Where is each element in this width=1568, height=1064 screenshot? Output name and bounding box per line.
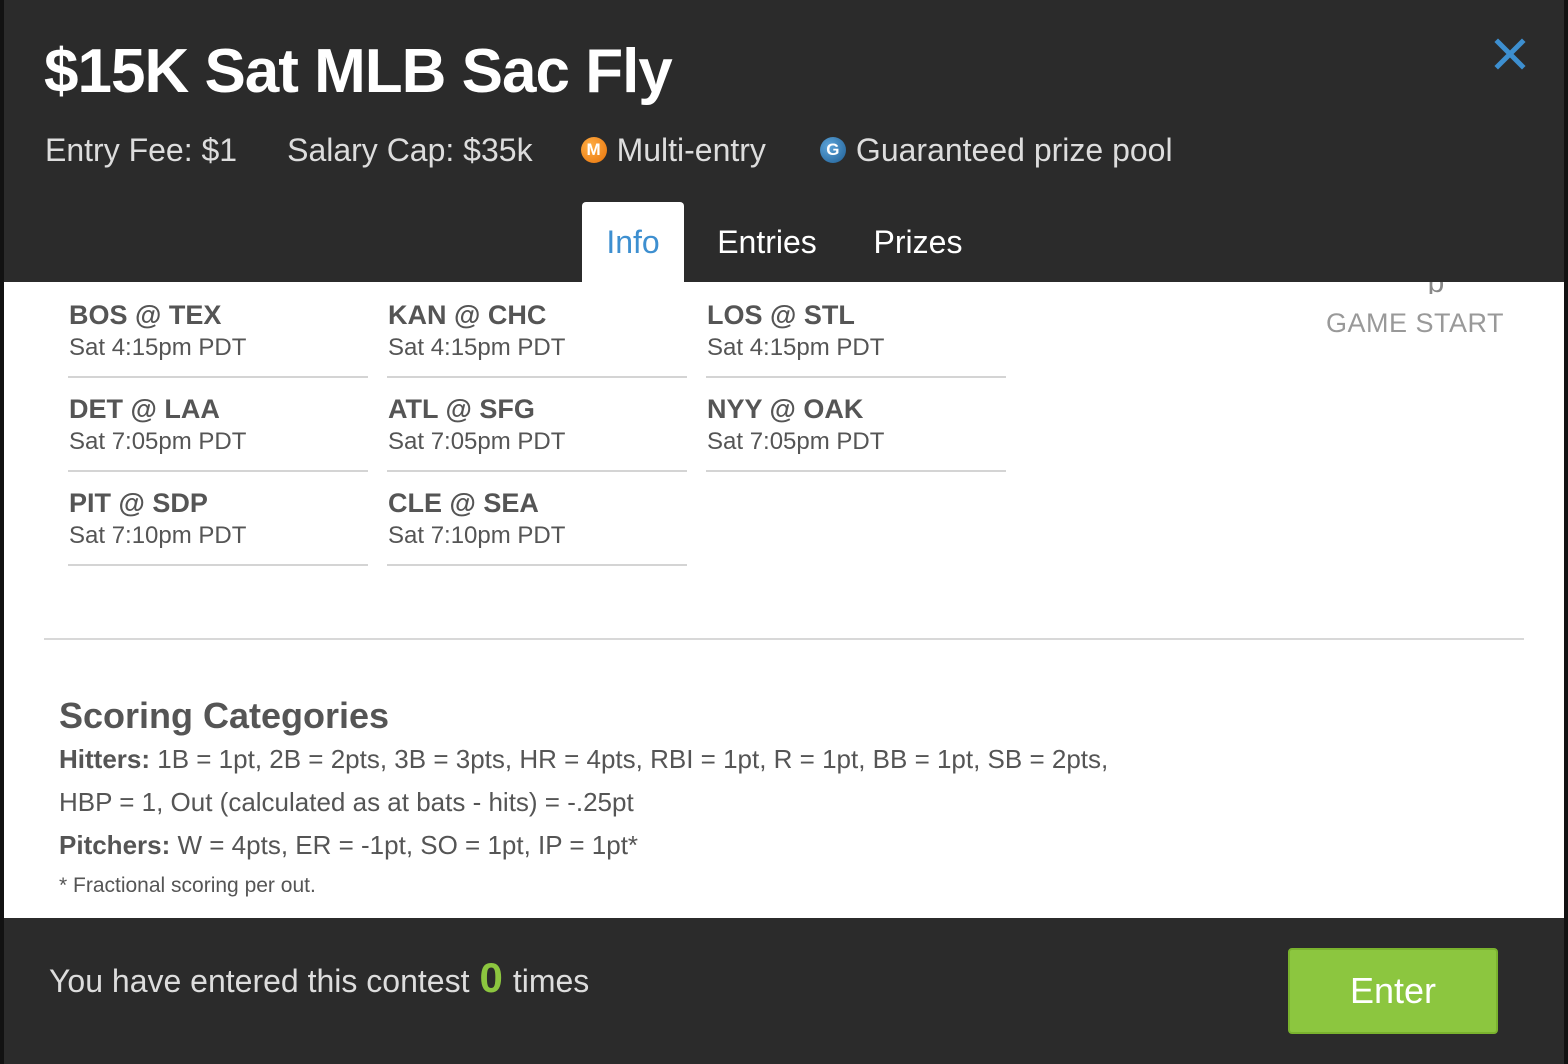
game-time: Sat 4:15pm PDT (388, 334, 566, 361)
game-start-label: GAME START (1326, 308, 1505, 338)
game-item: PIT @ SDP Sat 7:10pm PDT (68, 472, 368, 566)
game-teams: KAN @ CHC (388, 300, 547, 330)
game-teams: CLE @ SEA (388, 488, 539, 518)
close-icon (1494, 38, 1526, 70)
fractional-note: * Fractional scoring per out. (59, 874, 316, 897)
game-time: Sat 7:05pm PDT (388, 428, 566, 455)
game-item: DET @ LAA Sat 7:05pm PDT (68, 378, 368, 472)
game-item: BOS @ TEX Sat 4:15pm PDT (68, 284, 368, 378)
game-time: Sat 4:15pm PDT (69, 334, 247, 361)
game-time: Sat 7:05pm PDT (69, 428, 247, 455)
guaranteed-icon: G (819, 137, 846, 163)
pitchers-scoring: Pitchers: W = 4pts, ER = -1pt, SO = 1pt,… (59, 824, 1499, 867)
hitters-scoring: Hitters: 1B = 1pt, 2B = 2pts, 3B = 3pts,… (59, 738, 1499, 781)
game-item: NYY @ OAK Sat 7:05pm PDT (706, 378, 1006, 472)
game-time: Sat 4:15pm PDT (707, 334, 885, 361)
entered-count: 0 (479, 954, 503, 1001)
contest-modal: $15K Sat MLB Sac Fly Entry Fee: $1 Salar… (4, 0, 1564, 1064)
pitchers-text: W = 4pts, ER = -1pt, SO = 1pt, IP = 1pt* (177, 830, 639, 860)
entry-status: You have entered this contest 0 times (49, 954, 589, 1002)
multi-entry: M Multi-entry (580, 131, 766, 169)
game-item: LOS @ STL Sat 4:15pm PDT (706, 284, 1006, 378)
guaranteed-prize-pool: G Guaranteed prize pool (819, 131, 1173, 169)
hitters-label: Hitters: (59, 744, 151, 774)
salary-cap: Salary Cap: $35k (287, 131, 533, 168)
multi-entry-icon: M (580, 137, 607, 163)
pitchers-label: Pitchers: (59, 830, 171, 860)
game-teams: BOS @ TEX (69, 300, 222, 330)
contest-meta: Entry Fee: $1 Salary Cap: $35k M Multi-e… (45, 128, 1173, 172)
close-button[interactable] (1490, 34, 1530, 74)
countdown-clipped: p (1406, 282, 1466, 294)
info-panel[interactable]: p GAME START BOS @ TEX Sat 4:15pm PDT KA… (4, 282, 1564, 918)
scoring-categories: Scoring Categories Hitters: 1B = 1pt, 2B… (59, 694, 1499, 901)
entered-prefix: You have entered this contest (49, 963, 470, 999)
entered-suffix: times (512, 963, 590, 999)
multi-entry-label: Multi-entry (616, 131, 766, 168)
section-divider (44, 638, 1524, 640)
game-teams: PIT @ SDP (69, 488, 208, 518)
game-item: ATL @ SFG Sat 7:05pm PDT (387, 378, 687, 472)
game-teams: LOS @ STL (707, 300, 855, 330)
contest-title: $15K Sat MLB Sac Fly (44, 37, 673, 106)
scoring-heading: Scoring Categories (59, 695, 390, 736)
game-time: Sat 7:05pm PDT (707, 428, 885, 455)
game-time: Sat 7:10pm PDT (388, 522, 566, 549)
tab-entries[interactable]: Entries (684, 202, 850, 282)
tab-info[interactable]: Info (582, 202, 684, 282)
game-teams: DET @ LAA (69, 394, 220, 424)
game-item: CLE @ SEA Sat 7:10pm PDT (387, 472, 687, 566)
game-item: KAN @ CHC Sat 4:15pm PDT (387, 284, 687, 378)
tab-prizes[interactable]: Prizes (850, 202, 986, 282)
enter-button[interactable]: Enter (1288, 948, 1498, 1034)
game-teams: NYY @ OAK (707, 394, 864, 424)
modal-footer: You have entered this contest 0 times En… (4, 918, 1564, 1064)
hitters-scoring-cont: HBP = 1, Out (calculated as at bats - hi… (59, 787, 634, 817)
game-teams: ATL @ SFG (388, 394, 535, 424)
game-time: Sat 7:10pm PDT (69, 522, 247, 549)
entry-fee: Entry Fee: $1 (45, 131, 238, 168)
modal-header: $15K Sat MLB Sac Fly Entry Fee: $1 Salar… (4, 0, 1564, 282)
hitters-text: 1B = 1pt, 2B = 2pts, 3B = 3pts, HR = 4pt… (157, 744, 1109, 774)
guaranteed-label: Guaranteed prize pool (855, 131, 1173, 168)
tab-bar: Info Entries Prizes (582, 202, 986, 282)
